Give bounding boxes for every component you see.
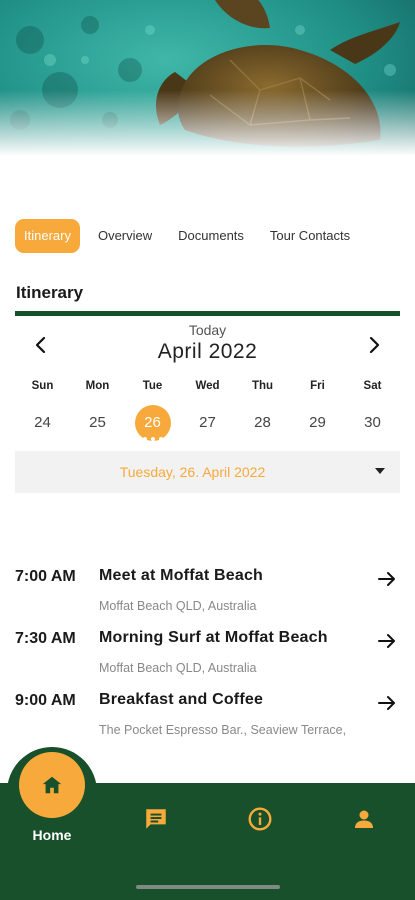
arrow-right-icon[interactable] [377,569,397,589]
chevron-right-icon [369,336,380,354]
profile-icon [355,810,373,828]
next-week-button[interactable] [362,333,386,357]
home-icon [42,776,62,794]
info-tab-button[interactable] [247,806,273,832]
event-location: Moffat Beach QLD, Australia [99,661,257,675]
weekday-label: Wed [195,380,220,392]
event-location: Moffat Beach QLD, Australia [99,599,257,613]
day-number: 27 [199,414,216,431]
previous-week-button[interactable] [29,333,53,357]
info-icon [248,807,272,831]
calendar-month-label: April 2022 [157,340,258,363]
event-item[interactable]: 7:30 AM Morning Surf at Moffat Beach Mof… [15,622,400,684]
day-number: 26 [134,405,171,441]
section-divider [15,311,400,316]
day-number: 29 [309,414,326,431]
profile-tab-button[interactable] [351,806,377,832]
chevron-left-icon [35,336,46,354]
weekday-label: Sun [31,380,54,392]
weekday-label: Fri [310,380,325,392]
event-time: 9:00 AM [15,692,76,709]
day-number: 28 [254,414,271,431]
event-item[interactable]: 9:00 AM Breakfast and Coffee The Pocket … [15,684,400,742]
arrow-right-icon[interactable] [377,631,397,651]
day-number: 25 [89,414,106,431]
tab-documents[interactable]: Documents [169,219,253,253]
today-link[interactable]: Today [0,322,415,338]
event-time: 7:30 AM [15,630,76,647]
tab-itinerary[interactable]: Itinerary [15,219,80,253]
weekday-header: Sun Mon Tue Wed Thu Fri Sat [15,380,400,392]
event-title: Breakfast and Coffee [99,691,264,708]
weekday-label: Thu [251,380,274,392]
chat-icon [146,809,166,829]
weekday-label: Mon [85,380,110,392]
event-time: 7:00 AM [15,568,76,585]
day-number: 30 [364,414,381,431]
selected-date-label: Tuesday, 26. April 2022 [119,464,266,480]
selected-date-dropdown[interactable]: Tuesday, 26. April 2022 [15,451,400,493]
calendar-day[interactable]: 30 [345,405,400,443]
weekday-label: Tue [142,380,163,392]
event-item[interactable]: 7:00 AM Meet at Moffat Beach Moffat Beac… [15,560,400,622]
calendar-day[interactable]: 29 [290,405,345,443]
tab-bar: Itinerary Overview Documents Tour Contac… [15,218,400,254]
system-home-indicator[interactable] [136,885,280,889]
tab-tour-contacts[interactable]: Tour Contacts [261,219,359,253]
calendar-day[interactable]: 24 [15,405,70,443]
weekday-label: Sat [363,380,382,392]
calendar-day[interactable]: 28 [235,405,290,443]
event-title: Morning Surf at Moffat Beach [99,629,328,646]
event-indicator-dots [125,437,180,441]
arrow-right-icon[interactable] [377,693,397,713]
hero-image [0,0,415,200]
home-tab-button[interactable] [19,752,85,818]
event-location: The Pocket Espresso Bar., Seaview Terrac… [99,723,347,742]
calendar-day[interactable]: 25 [70,405,125,443]
caret-down-icon [360,466,400,478]
home-tab-label: Home [32,827,72,843]
day-number: 24 [34,414,51,431]
event-title: Meet at Moffat Beach [99,567,264,584]
section-title: Itinerary [16,283,84,302]
sea-turtle-photo [0,0,415,200]
calendar-day-selected[interactable]: 26 [125,405,180,443]
messages-tab-button[interactable] [143,806,169,832]
tab-overview[interactable]: Overview [89,219,161,253]
event-list: 7:00 AM Meet at Moffat Beach Moffat Beac… [15,560,400,742]
